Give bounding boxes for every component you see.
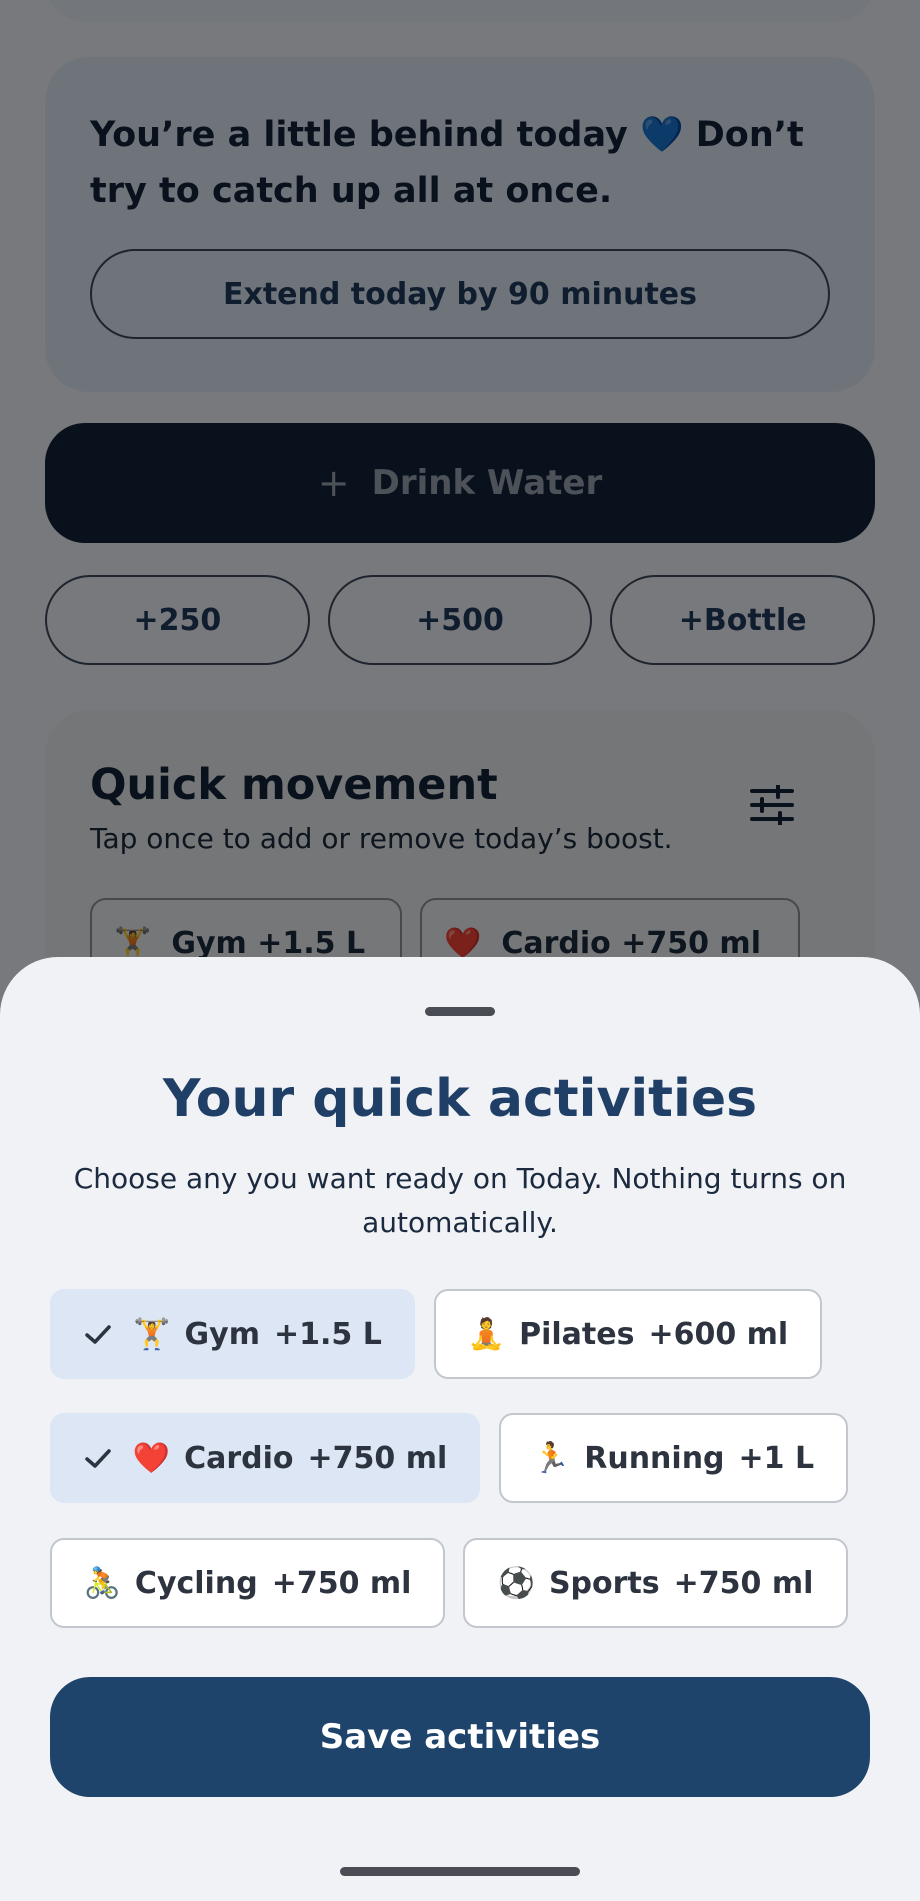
activity-name: Sports: [548, 1565, 660, 1601]
activity-name: Running: [584, 1440, 725, 1476]
activity-chip-sports[interactable]: ⚽ Sports +750 ml: [463, 1538, 848, 1628]
cyclist-icon: 🚴: [83, 1565, 121, 1601]
check-icon: [84, 1449, 111, 1468]
soccer-ball-icon: ⚽: [497, 1565, 535, 1601]
runner-icon: 🏃: [532, 1440, 571, 1476]
activity-amount: +1.5 L: [273, 1316, 382, 1352]
activity-amount: +750 ml: [307, 1440, 448, 1476]
save-activities-button[interactable]: Save activities: [50, 1677, 870, 1797]
activity-chip-gym[interactable]: 🏋️ Gym +1.5 L: [50, 1289, 415, 1379]
activity-amount: +600 ml: [648, 1316, 789, 1352]
activity-chip-running[interactable]: 🏃 Running +1 L: [499, 1413, 848, 1503]
activity-name: Gym: [184, 1316, 260, 1352]
activity-chip-cycling[interactable]: 🚴 Cycling +750 ml: [50, 1538, 445, 1628]
weightlifter-icon: 🏋️: [133, 1316, 171, 1352]
quick-activities-sheet: Your quick activities Choose any you wan…: [0, 957, 920, 1901]
activity-name: Pilates: [519, 1316, 635, 1352]
sheet-drag-handle[interactable]: [425, 1007, 495, 1016]
activity-amount: +750 ml: [673, 1565, 814, 1601]
activity-amount: +1 L: [738, 1440, 815, 1476]
heart-icon: ❤️: [132, 1440, 171, 1476]
sheet-subtitle: Choose any you want ready on Today. Noth…: [73, 1162, 847, 1239]
activity-chip-cardio[interactable]: ❤️ Cardio +750 ml: [50, 1413, 480, 1503]
lotus-position-icon: 🧘: [467, 1316, 506, 1352]
sheet-title: Your quick activities: [162, 1069, 758, 1129]
check-icon: [85, 1325, 111, 1344]
activity-name: Cycling: [134, 1565, 258, 1601]
activity-chip-pilates[interactable]: 🧘 Pilates +600 ml: [434, 1289, 822, 1379]
home-indicator[interactable]: [340, 1867, 580, 1876]
activity-name: Cardio: [184, 1440, 294, 1476]
activity-amount: +750 ml: [271, 1565, 412, 1601]
